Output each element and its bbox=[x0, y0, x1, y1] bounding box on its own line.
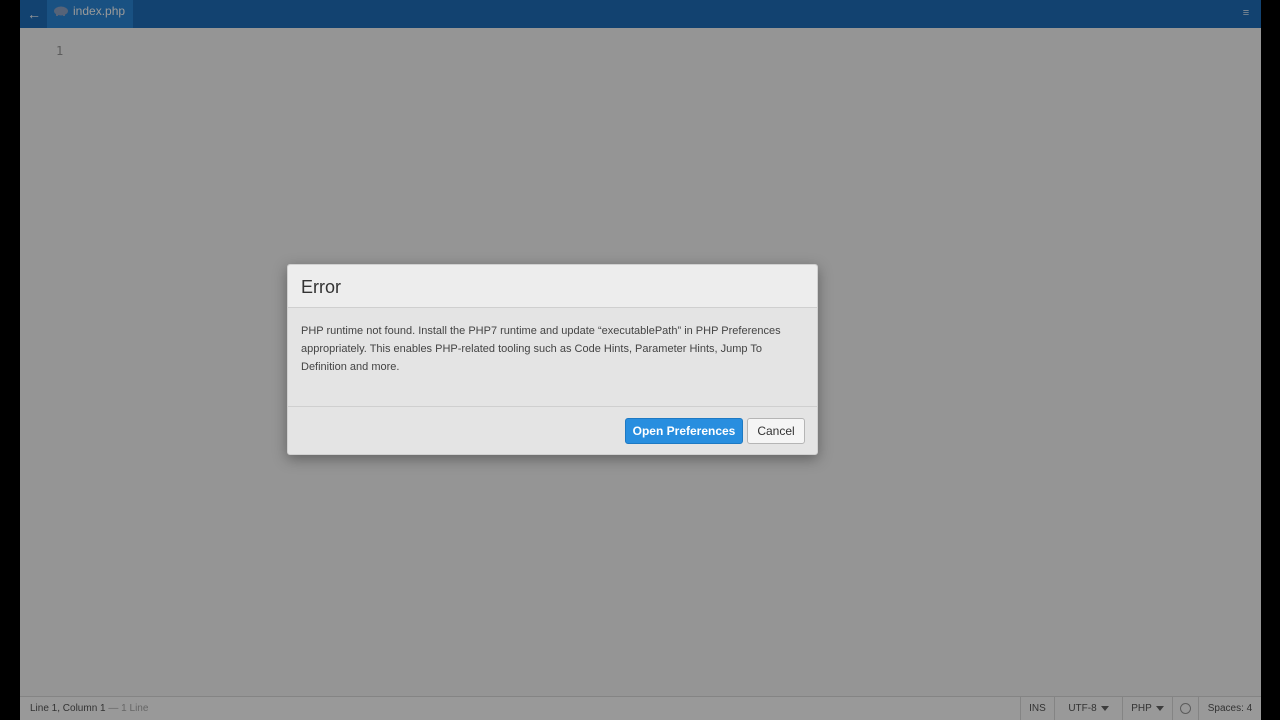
dialog-header: Error bbox=[288, 265, 817, 308]
cancel-button[interactable]: Cancel bbox=[747, 418, 805, 444]
error-dialog: Error PHP runtime not found. Install the… bbox=[287, 264, 818, 455]
dialog-message: PHP runtime not found. Install the PHP7 … bbox=[301, 325, 781, 373]
dialog-title: Error bbox=[301, 277, 341, 297]
dialog-footer: Open Preferences Cancel bbox=[288, 406, 817, 455]
open-preferences-button[interactable]: Open Preferences bbox=[625, 418, 743, 444]
